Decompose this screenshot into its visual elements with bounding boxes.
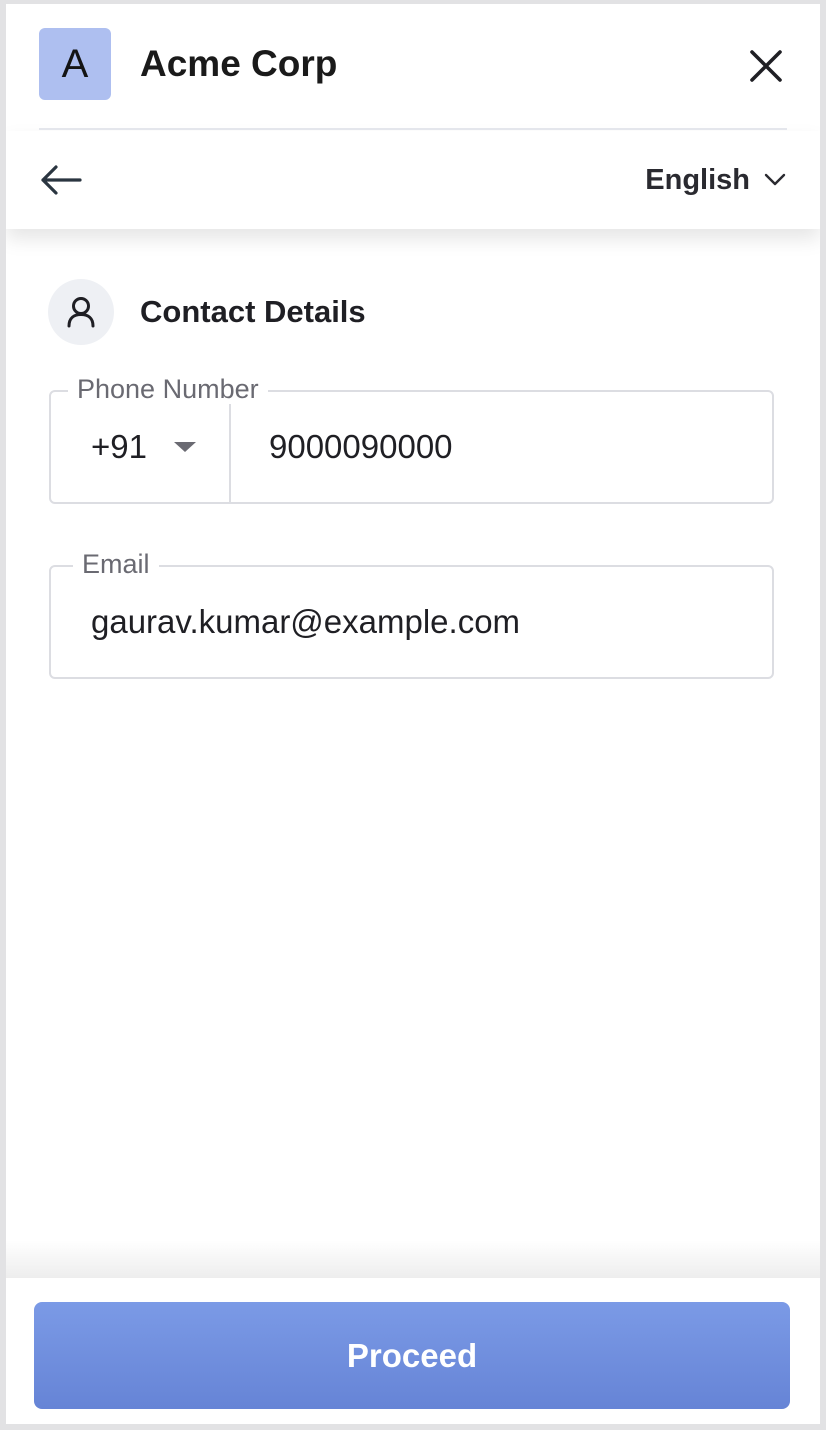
footer-shadow — [6, 1240, 820, 1278]
language-label: English — [645, 163, 750, 196]
email-field: Email — [49, 546, 774, 679]
checkout-modal: A Acme Corp English Contact Details Phon… — [6, 4, 820, 1424]
email-input[interactable] — [51, 567, 772, 677]
proceed-button[interactable]: Proceed — [34, 1302, 790, 1409]
phone-number-field: Phone Number +91 — [49, 371, 774, 504]
phone-number-input[interactable] — [231, 392, 772, 502]
nav-bar: English — [6, 131, 820, 229]
close-button[interactable] — [742, 42, 790, 90]
header-divider — [39, 128, 787, 130]
modal-header: A Acme Corp — [6, 4, 820, 130]
section-title: Contact Details — [140, 294, 366, 329]
merchant-name: Acme Corp — [140, 43, 338, 84]
caret-down-icon — [173, 442, 196, 452]
language-selector[interactable]: English — [645, 160, 786, 200]
merchant-logo: A — [39, 28, 111, 100]
chevron-down-icon — [764, 173, 786, 186]
merchant-logo-letter: A — [61, 41, 89, 86]
back-button[interactable] — [36, 155, 86, 205]
section-icon-wrapper — [48, 279, 114, 345]
user-icon — [67, 297, 95, 328]
country-code-value: +91 — [91, 428, 147, 465]
country-code-select[interactable]: +91 — [51, 392, 229, 502]
footer: Proceed — [6, 1278, 820, 1424]
close-icon — [750, 50, 782, 82]
arrow-left-icon — [41, 165, 82, 195]
contact-details-header: Contact Details — [48, 279, 366, 345]
